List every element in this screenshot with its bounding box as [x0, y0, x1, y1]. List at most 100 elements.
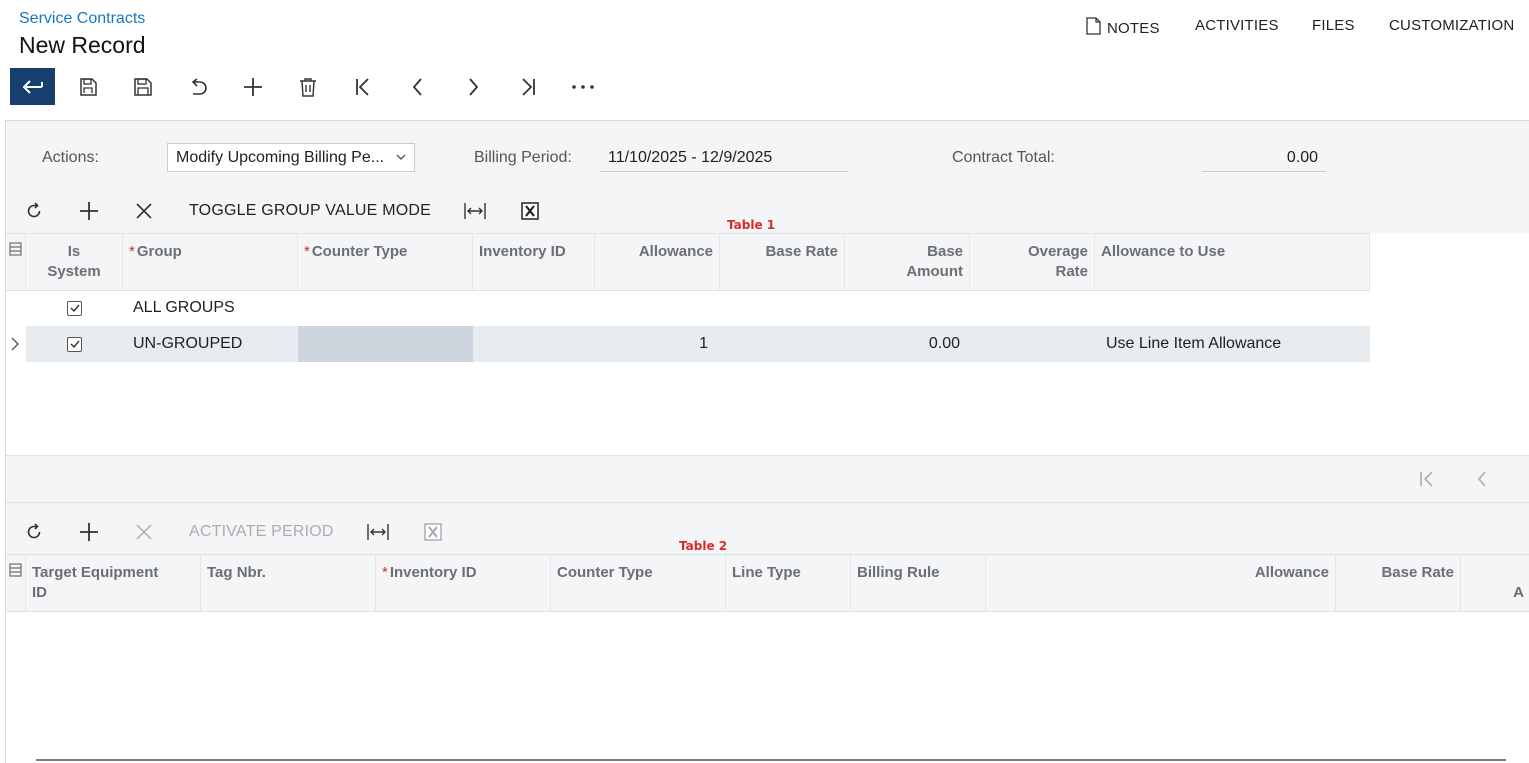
counter-type-cell-active[interactable]: [298, 326, 473, 362]
column-line-type[interactable]: Line Type: [726, 555, 851, 611]
column-target-equipment-line1: Target Equipment: [32, 564, 159, 581]
column-allowance[interactable]: Allowance: [986, 555, 1336, 611]
save-button[interactable]: [120, 68, 165, 105]
excel-icon: [521, 202, 539, 220]
column-counter-type[interactable]: Counter Type: [551, 555, 726, 611]
horizontal-scrollbar[interactable]: [36, 759, 1506, 761]
trash-icon: [299, 77, 316, 97]
files-link[interactable]: FILES: [1312, 17, 1355, 34]
column-tag-nbr[interactable]: Tag Nbr.: [201, 555, 376, 611]
previous-record-button[interactable]: [395, 68, 440, 105]
column-base-rate[interactable]: Base Rate: [1336, 555, 1461, 611]
export-excel-button[interactable]: [515, 196, 545, 226]
table-1-tag: Table 1: [727, 218, 776, 232]
save-icon: [133, 77, 152, 96]
column-allowance-to-use[interactable]: Allowance to Use: [1095, 234, 1370, 290]
close-icon: [136, 524, 152, 540]
contract-total-label: Contract Total:: [952, 149, 1055, 166]
row-selector[interactable]: [6, 326, 26, 362]
table-1-grid: Is System * Group * Counter Type Inventory…: [6, 233, 1529, 455]
table-1-header: Is System * Group * Counter Type Inventory…: [6, 233, 1370, 291]
actions-label: Actions:: [42, 149, 99, 166]
fit-width-icon: [464, 203, 486, 219]
table-2-header: Target Equipment ID Tag Nbr. * Inventory …: [6, 554, 1529, 612]
plus-icon: [243, 77, 262, 96]
back-button[interactable]: [10, 68, 55, 105]
table-row[interactable]: UN-GROUPED 1 0.00 Use Line Item Allowanc…: [6, 326, 1370, 362]
column-settings-button[interactable]: [6, 234, 26, 290]
column-overage-rate-line1: Overage: [1027, 243, 1088, 260]
delete-row-button[interactable]: [129, 196, 159, 226]
column-group[interactable]: * Group: [123, 234, 298, 290]
group-cell[interactable]: UN-GROUPED: [127, 326, 298, 362]
activate-period-button[interactable]: ACTIVATE PERIOD: [189, 523, 334, 541]
delete-button[interactable]: [285, 68, 330, 105]
notes-label: NOTES: [1107, 19, 1160, 37]
fit-columns-button[interactable]: [363, 517, 393, 547]
customization-link[interactable]: CUSTOMIZATION: [1389, 17, 1514, 34]
more-button[interactable]: [560, 68, 605, 105]
plus-icon: [80, 523, 98, 541]
column-inventory-id[interactable]: Inventory ID: [473, 234, 595, 290]
add-row-button[interactable]: [74, 196, 104, 226]
actions-dropdown[interactable]: Modify Upcoming Billing Pe...: [167, 143, 415, 172]
refresh-icon: [27, 523, 41, 539]
chevron-left-icon: [412, 77, 422, 96]
base-amount-cell[interactable]: 0.00: [845, 326, 970, 362]
breadcrumb[interactable]: Service Contracts: [19, 10, 145, 28]
refresh-button[interactable]: [19, 517, 49, 547]
first-record-button[interactable]: [340, 68, 385, 105]
column-overage-rate[interactable]: Overage Rate: [970, 234, 1095, 290]
next-record-button[interactable]: [450, 68, 495, 105]
column-is-system[interactable]: Is System: [26, 234, 123, 290]
last-icon: [521, 77, 535, 96]
group-cell[interactable]: ALL GROUPS: [127, 290, 302, 326]
save-and-close-button[interactable]: [65, 68, 110, 105]
back-arrow-icon: [22, 79, 43, 94]
refresh-icon: [27, 202, 41, 218]
note-icon: [1086, 17, 1101, 39]
pager-previous-button[interactable]: [1467, 464, 1497, 494]
fit-columns-button[interactable]: [460, 196, 490, 226]
add-new-button[interactable]: [230, 68, 275, 105]
last-record-button[interactable]: [505, 68, 550, 105]
table-row[interactable]: ALL GROUPS: [6, 290, 1370, 326]
save-close-icon: [79, 77, 97, 96]
activities-link[interactable]: ACTIVITIES: [1195, 17, 1279, 34]
column-allowance[interactable]: Allowance: [595, 234, 720, 290]
checkmark-icon: [70, 304, 80, 312]
column-inventory-id[interactable]: * Inventory ID: [376, 555, 551, 611]
checkbox-checked[interactable]: [67, 336, 82, 352]
is-system-cell[interactable]: [26, 290, 123, 326]
delete-row-button[interactable]: [129, 517, 159, 547]
billing-period-field: 11/10/2025 - 12/9/2025: [600, 143, 848, 172]
plus-icon: [80, 202, 98, 220]
column-billing-rule[interactable]: Billing Rule: [851, 555, 986, 611]
column-counter-type-label: Counter Type: [311, 243, 408, 260]
column-cut-off[interactable]: A: [1461, 555, 1529, 611]
checkbox-checked[interactable]: [67, 300, 82, 316]
pager-first-button[interactable]: [1412, 464, 1442, 494]
column-is-system-line2: System: [47, 263, 101, 280]
cancel-button[interactable]: [175, 68, 220, 105]
ellipsis-icon: [571, 84, 594, 89]
column-base-amount[interactable]: Base Amount: [845, 234, 970, 290]
add-row-button[interactable]: [74, 517, 104, 547]
actions-value: Modify Upcoming Billing Pe...: [176, 148, 385, 166]
column-base-rate[interactable]: Base Rate: [720, 234, 845, 290]
column-counter-type[interactable]: * Counter Type: [298, 234, 473, 290]
first-icon: [355, 77, 369, 96]
chevron-right-icon: [468, 77, 478, 96]
allowance-to-use-cell[interactable]: Use Line Item Allowance: [1100, 326, 1370, 362]
column-settings-icon: [9, 563, 22, 577]
toggle-group-value-mode-button[interactable]: TOGGLE GROUP VALUE MODE: [189, 202, 431, 220]
column-target-equipment-id[interactable]: Target Equipment ID: [26, 555, 201, 611]
refresh-button[interactable]: [19, 196, 49, 226]
column-group-label: Group: [136, 243, 182, 260]
allowance-cell[interactable]: 1: [595, 326, 720, 362]
is-system-cell[interactable]: [26, 326, 123, 362]
export-excel-button[interactable]: [418, 517, 448, 547]
notes-link[interactable]: NOTES: [1086, 17, 1160, 39]
column-settings-button[interactable]: [6, 555, 26, 611]
first-icon: [1420, 471, 1433, 487]
